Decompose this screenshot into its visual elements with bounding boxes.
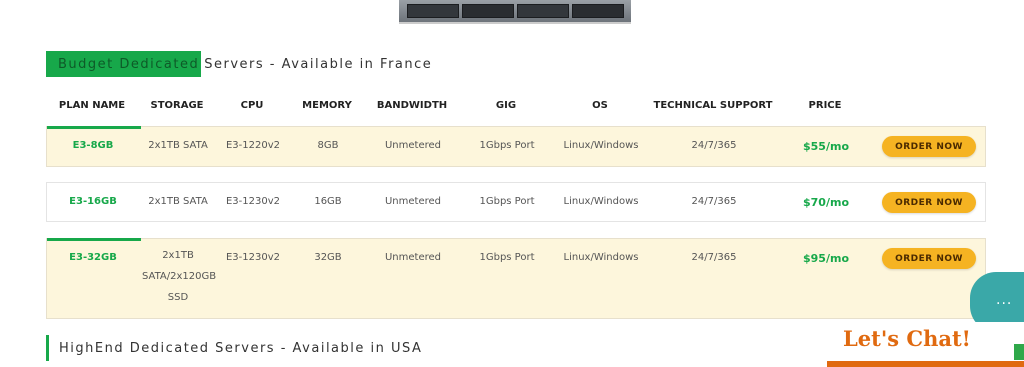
header-memory: MEMORY — [302, 100, 352, 111]
section-title-rest: Servers - Available in France — [204, 56, 433, 72]
table-header: PLAN NAME STORAGE CPU MEMORY BANDWIDTH G… — [46, 96, 986, 118]
section-title-highlight: Budget Dedicated — [46, 51, 202, 77]
lets-chat-label: Let's Chat! — [843, 326, 971, 351]
plan-name: E3-16GB — [69, 196, 117, 207]
drive-bay — [571, 4, 624, 18]
price-value: $55/mo — [803, 140, 849, 153]
header-price: PRICE — [808, 100, 842, 111]
section-title-text: HighEnd Dedicated Servers - Available in… — [59, 340, 423, 356]
support-value: 24/7/365 — [691, 140, 737, 151]
plan-accent-bar — [47, 126, 141, 129]
cpu-value: E3-1230v2 — [225, 196, 281, 207]
cpu-value: E3-1220v2 — [225, 140, 281, 151]
order-now-button[interactable]: ORDER NOW — [882, 136, 976, 157]
drive-bay — [516, 4, 569, 18]
os-value: Linux/Windows — [563, 140, 639, 151]
header-plan-name: PLAN NAME — [58, 100, 126, 111]
support-value: 24/7/365 — [691, 252, 737, 263]
table-row: E3-8GB 2x1TB SATA E3-1220v2 8GB Unmetere… — [46, 126, 986, 167]
memory-value: 8GB — [317, 140, 339, 151]
header-os: OS — [592, 100, 608, 111]
bandwidth-value: Unmetered — [384, 196, 442, 207]
storage-value: 2x1TB SATA/2x120GB SSD — [142, 250, 217, 303]
os-value: Linux/Windows — [563, 252, 639, 263]
gig-value: 1Gbps Port — [479, 196, 535, 207]
memory-value: 32GB — [314, 252, 342, 263]
chat-dots-icon: ... — [996, 292, 1013, 308]
gig-value: 1Gbps Port — [479, 140, 535, 151]
server-rack-image — [399, 0, 631, 24]
header-cpu: CPU — [240, 100, 264, 111]
table-row: E3-32GB 2x1TB SATA/2x120GB SSD E3-1230v2… — [46, 238, 986, 319]
header-bandwidth: BANDWIDTH — [376, 100, 448, 111]
price-value: $95/mo — [803, 252, 849, 265]
cpu-value: E3-1230v2 — [225, 252, 281, 263]
storage-value: 2x1TB SATA — [148, 140, 208, 151]
chat-underline — [827, 361, 1024, 367]
header-support: TECHNICAL SUPPORT — [653, 100, 773, 111]
bandwidth-value: Unmetered — [384, 252, 442, 263]
plan-name: E3-8GB — [72, 140, 114, 151]
section-title-highend: HighEnd Dedicated Servers - Available in… — [46, 335, 422, 361]
os-value: Linux/Windows — [563, 196, 639, 207]
chat-decoration — [1014, 344, 1024, 360]
header-gig: GIG — [495, 100, 517, 111]
support-value: 24/7/365 — [691, 196, 737, 207]
lets-chat-banner[interactable]: Let's Chat! — [827, 322, 1024, 367]
drive-bay — [406, 4, 459, 18]
drive-bay — [461, 4, 514, 18]
order-now-button[interactable]: ORDER NOW — [882, 192, 976, 213]
header-storage: STORAGE — [150, 100, 204, 111]
price-value: $70/mo — [803, 196, 849, 209]
section-title-budget: Budget Dedicated Servers - Available in … — [46, 51, 432, 77]
plan-accent-bar — [47, 238, 141, 241]
plan-name: E3-32GB — [69, 252, 117, 263]
storage-value: 2x1TB SATA — [148, 196, 208, 207]
table-row: E3-16GB 2x1TB SATA E3-1230v2 16GB Unmete… — [46, 182, 986, 222]
order-now-button[interactable]: ORDER NOW — [882, 248, 976, 269]
memory-value: 16GB — [314, 196, 342, 207]
bandwidth-value: Unmetered — [384, 140, 442, 151]
gig-value: 1Gbps Port — [479, 252, 535, 263]
